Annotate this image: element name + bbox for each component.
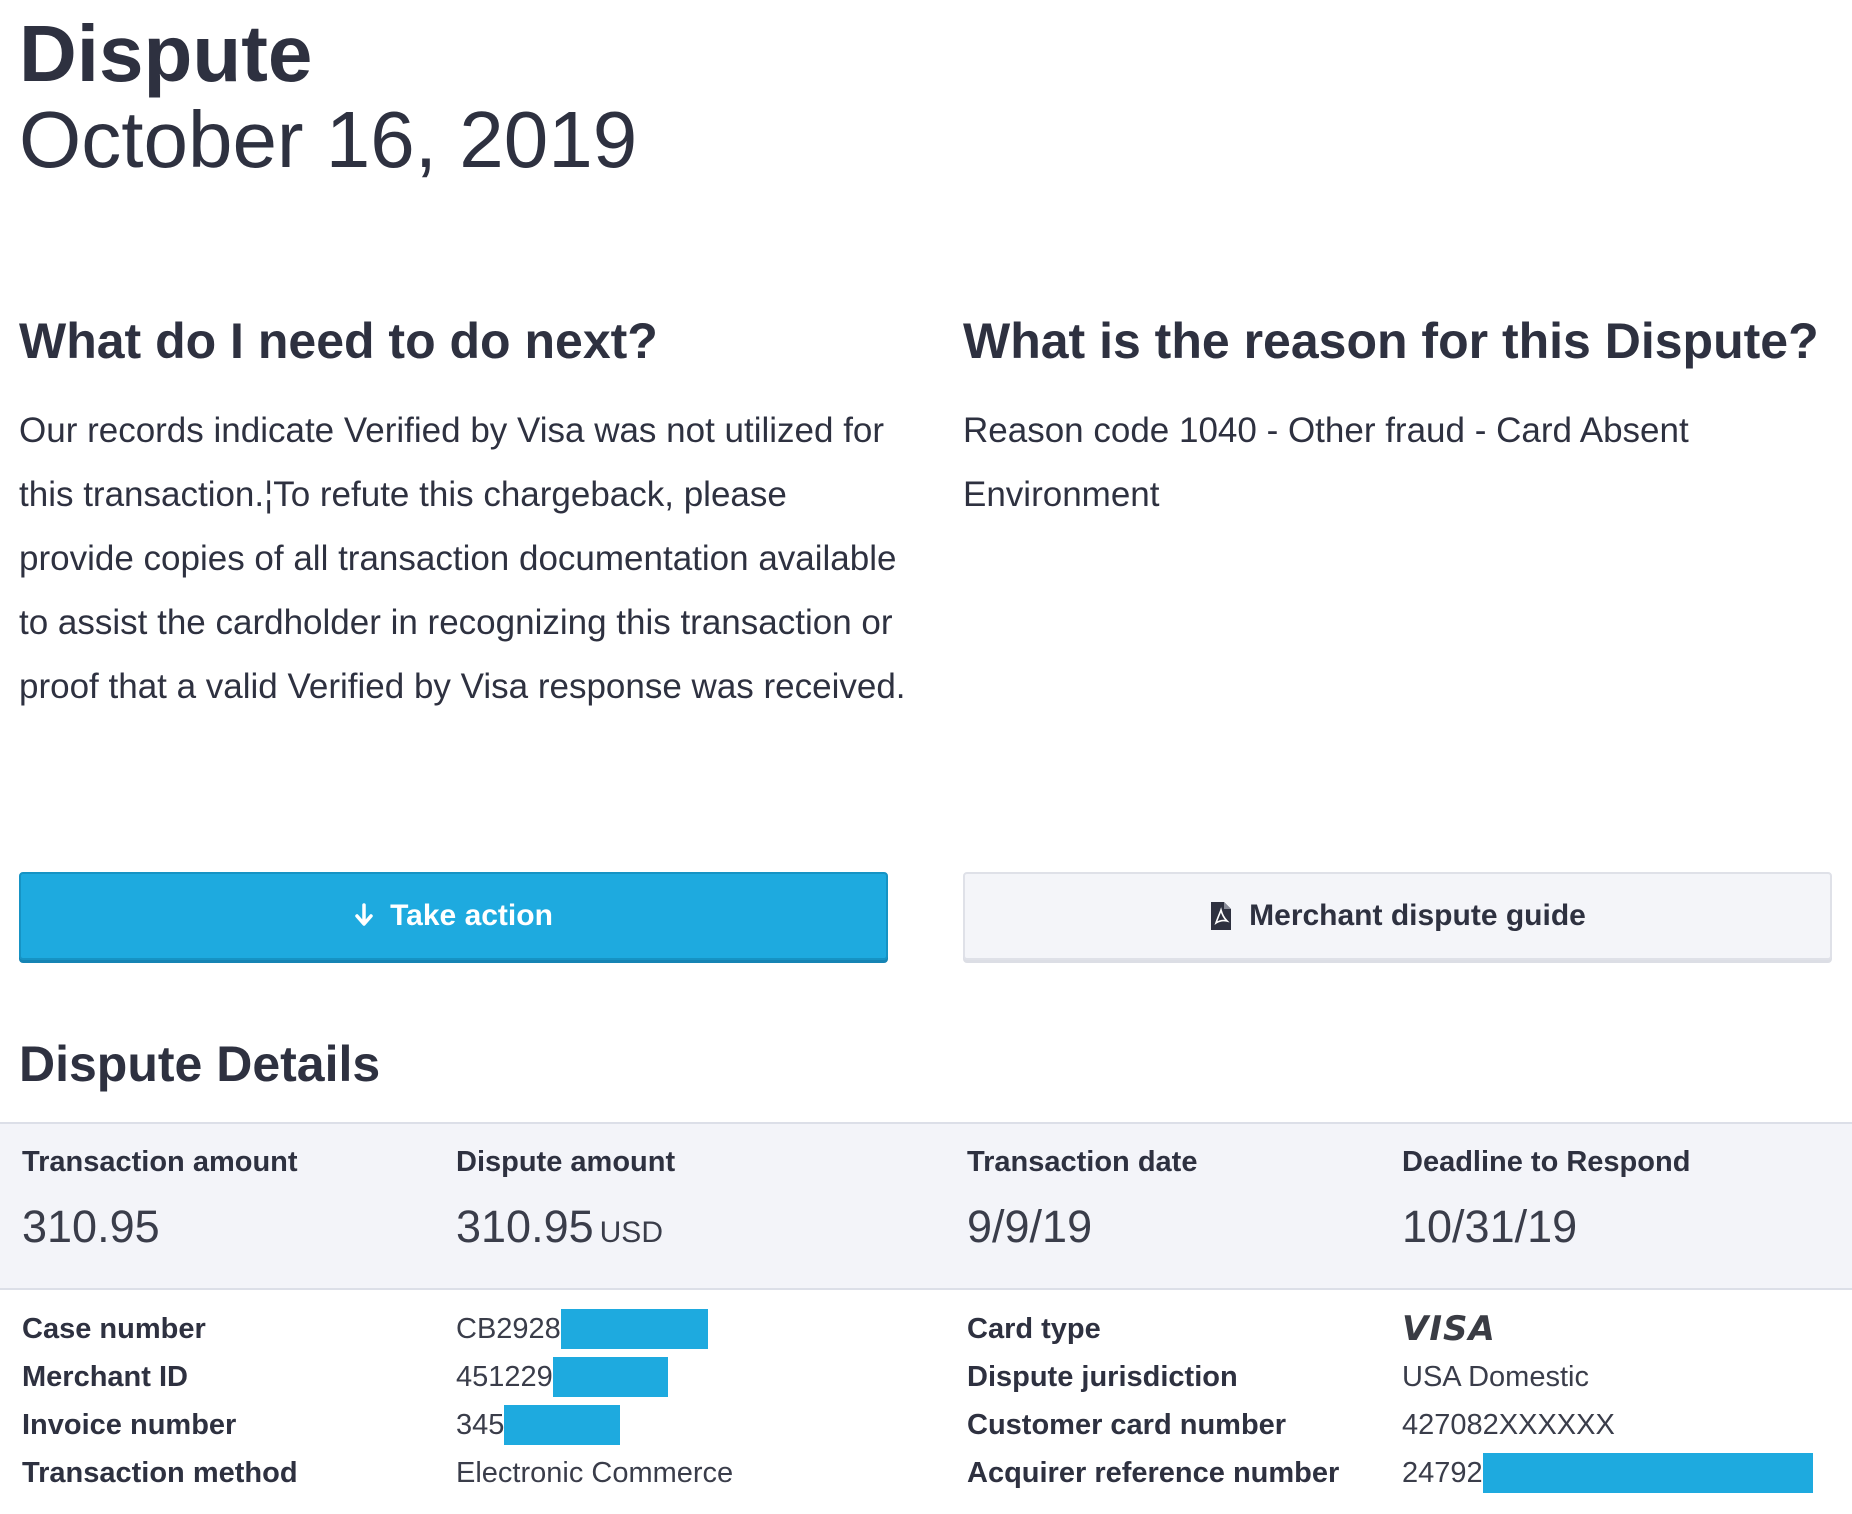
transaction-method-value: Electronic Commerce [456, 1456, 734, 1489]
merchant-id-text: 451229 [456, 1360, 553, 1393]
dispute-amount-value: 310.95 USD [456, 1201, 675, 1253]
customer-card-number-label: Customer card number [967, 1408, 1287, 1441]
redaction-bar [1482, 1453, 1813, 1493]
visa-logo: VISA [1402, 1309, 1496, 1349]
redaction-bar [552, 1357, 668, 1397]
dispute-page: Dispute October 16, 2019 What do I need … [0, 0, 1852, 1514]
arrow-down-icon [354, 903, 374, 929]
merchant-id-label: Merchant ID [22, 1360, 188, 1393]
acquirer-reference-number-label: Acquirer reference number [967, 1456, 1340, 1489]
merchant-dispute-guide-label: Merchant dispute guide [1249, 899, 1586, 932]
dispute-jurisdiction-value: USA Domestic [1402, 1360, 1589, 1393]
dispute-details-heading: Dispute Details [19, 1036, 381, 1092]
transaction-amount-cell: Transaction amount 310.95 [22, 1146, 298, 1253]
take-action-label: Take action [390, 899, 553, 932]
details-right-labels: Card type Dispute jurisdiction Customer … [967, 1305, 1339, 1497]
invoice-number-label: Invoice number [22, 1408, 237, 1441]
transaction-amount-label: Transaction amount [22, 1146, 298, 1178]
merchant-dispute-guide-button[interactable]: Merchant dispute guide [963, 872, 1832, 960]
next-steps-text: Our records indicate Verified by Visa wa… [19, 410, 906, 706]
dispute-amount-number: 310.95 [456, 1201, 594, 1252]
card-type-label: Card type [967, 1312, 1101, 1345]
transaction-amount-value: 310.95 [22, 1201, 160, 1252]
dispute-summary-band: Transaction amount 310.95 Dispute amount… [0, 1122, 1852, 1290]
acquirer-reference-text: 24792 [1402, 1456, 1483, 1489]
transaction-date-label: Transaction date [967, 1146, 1198, 1178]
case-number-label: Case number [22, 1312, 206, 1345]
page-title: Dispute [19, 9, 313, 98]
transaction-date-cell: Transaction date 9/9/19 [967, 1146, 1197, 1253]
invoice-number-text: 345 [456, 1408, 505, 1441]
card-type-value: VISA [1402, 1305, 1813, 1353]
redaction-bar [560, 1309, 708, 1349]
details-left-values: CB2928 451229 345 Electronic Commerce [456, 1305, 733, 1497]
deadline-value: 10/31/19 [1402, 1201, 1578, 1252]
transaction-method-label: Transaction method [22, 1456, 298, 1489]
dispute-date: October 16, 2019 [19, 95, 638, 184]
case-number-value: CB2928 [456, 1305, 733, 1353]
acquirer-reference-number-value: 24792 [1402, 1449, 1813, 1497]
dispute-amount-label: Dispute amount [456, 1146, 676, 1178]
reason-section: What is the reason for this Dispute? Rea… [963, 310, 1833, 527]
deadline-label: Deadline to Respond [1402, 1146, 1691, 1178]
next-steps-heading: What do I need to do next? [19, 313, 658, 369]
pdf-document-icon [1209, 901, 1233, 931]
customer-card-number-value: 427082XXXXXX [1402, 1408, 1615, 1441]
redaction-bar [504, 1405, 621, 1445]
take-action-button[interactable]: Take action [19, 872, 888, 960]
case-number-text: CB2928 [456, 1312, 561, 1345]
invoice-number-value: 345 [456, 1401, 733, 1449]
reason-heading: What is the reason for this Dispute? [963, 313, 1819, 369]
transaction-date-value: 9/9/19 [967, 1201, 1093, 1252]
next-steps-section: What do I need to do next? Our records i… [19, 310, 909, 719]
dispute-amount-cell: Dispute amount 310.95 USD [456, 1146, 675, 1253]
details-right-values: VISA USA Domestic 427082XXXXXX 24792 [1402, 1305, 1813, 1497]
merchant-id-value: 451229 [456, 1353, 733, 1401]
dispute-currency: USD [599, 1216, 663, 1249]
reason-text: Reason code 1040 - Other fraud - Card Ab… [963, 410, 1689, 514]
dispute-jurisdiction-label: Dispute jurisdiction [967, 1360, 1238, 1393]
details-left-labels: Case number Merchant ID Invoice number T… [22, 1305, 298, 1497]
deadline-cell: Deadline to Respond 10/31/19 [1402, 1146, 1690, 1253]
